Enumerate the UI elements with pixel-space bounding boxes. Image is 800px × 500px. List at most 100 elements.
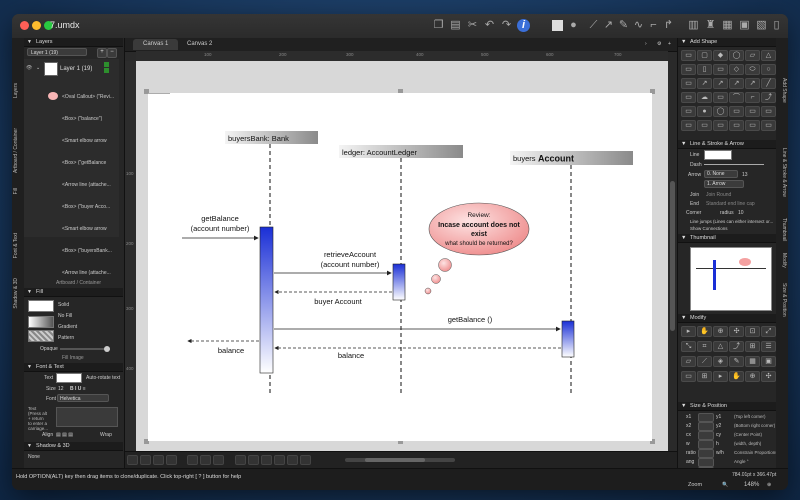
copy-icon[interactable]: ❐ [432,19,445,32]
shape-tool[interactable]: ↗ [729,78,744,89]
text-color-swatch[interactable] [56,373,82,383]
modify-tool[interactable]: ▦ [745,356,760,367]
line-header[interactable]: ▼ Line & Stroke & Arrow [678,140,777,149]
zoom-value[interactable]: 148% [744,482,759,488]
line-color-swatch[interactable] [704,150,732,160]
inspector-icon[interactable]: ▣ [738,19,751,32]
layer-lock-toggle[interactable] [104,68,109,73]
size-value[interactable]: 12 [58,386,64,392]
shape-tool[interactable]: ⌐ [745,92,760,103]
shapes-library-icon[interactable]: ♜ [704,19,717,32]
grid-button[interactable] [274,455,285,465]
curve-tool-icon[interactable]: ∿ [632,19,645,32]
tab-modify[interactable]: Modify [777,253,787,268]
canvas-page[interactable]: x y buyersBank: Bank ledger: AccountLedg… [148,93,652,441]
end-value[interactable]: Standard end line cap [706,201,755,207]
activation-box[interactable] [259,226,274,374]
connector-tool-icon[interactable]: ↱ [662,19,675,32]
tab-canvas-2[interactable]: Canvas 2 [177,39,222,50]
panels-icon[interactable]: ▯ [770,19,783,32]
layer-name[interactable]: Layer 1 (19) [60,66,92,72]
solid-swatch[interactable] [28,300,54,312]
font-select[interactable]: Helvetica [57,394,109,402]
eye-icon[interactable]: 👁 [26,65,32,71]
stroke-icon[interactable]: ● [567,19,580,32]
cloud-button[interactable] [300,455,311,465]
radius-value[interactable]: 10 [738,210,744,216]
shape-tool[interactable]: ▭ [697,120,712,131]
shape-tool[interactable]: ▭ [713,64,728,75]
shape-tool[interactable]: ▭ [761,120,776,131]
thumbnail-header[interactable]: ▼ Thumbnail [678,234,777,243]
layer-visible-toggle[interactable] [104,62,109,67]
arrow-start-select[interactable]: 0. None [704,170,738,178]
shape-tool[interactable]: ○ [761,64,776,75]
shape-tool[interactable]: ▭ [761,106,776,117]
zoom-in-icon[interactable]: ⊕ [767,482,771,488]
size-field-input[interactable] [698,431,714,440]
tab-canvas-1[interactable]: Canvas 1 [133,39,179,50]
shape-tool[interactable]: ▭ [713,120,728,131]
remove-layer-button[interactable]: − [107,48,117,58]
shape-tool[interactable]: ☁ [697,92,712,103]
modify-tool[interactable]: ⤡ [681,341,696,352]
shape-tool[interactable]: ▭ [681,120,696,131]
list-item[interactable]: <Smart elbow arrow [62,138,107,144]
shadow-none-button[interactable]: None [28,454,40,460]
auto-rotate-checkbox[interactable]: Auto-rotate text [86,375,120,381]
pen-tool-icon[interactable]: ✎ [617,19,630,32]
shape-tool[interactable]: ▯ [697,64,712,75]
modify-tool[interactable]: ✋ [729,371,744,382]
align-buttons[interactable]: ▤ ▤ ▤ [56,432,73,438]
shape-tool[interactable]: ◇ [729,64,744,75]
modify-tool[interactable]: ▣ [761,356,776,367]
library-icon[interactable]: ▥ [687,19,700,32]
arrow-size-value[interactable]: 13 [742,172,748,178]
tab-fill[interactable]: Fill [13,188,23,194]
text-entry[interactable] [56,407,118,427]
fill-image-label[interactable]: Fill Image [62,355,84,361]
modify-tool[interactable]: ✣ [729,326,744,337]
lock-button[interactable] [261,455,272,465]
modify-tool[interactable]: ⊞ [697,371,712,382]
shape-tool[interactable]: ● [697,106,712,117]
horizontal-scrollbar[interactable] [345,458,455,462]
list-item[interactable]: <Box> ("balance") [62,116,102,122]
shape-tool[interactable]: ╱ [761,78,776,89]
shape-tool[interactable]: ▭ [681,92,696,103]
font-text-header[interactable]: ▼ Font & Text [24,363,123,372]
shape-tool[interactable]: ▭ [745,106,760,117]
arrow-end-select[interactable]: 1. Arrow [704,180,744,188]
thumbnail-preview[interactable] [690,247,772,311]
shape-tool[interactable]: ▭ [681,64,696,75]
modify-tool[interactable]: ⌗ [697,341,712,352]
snap-button[interactable] [287,455,298,465]
tab-font-text[interactable]: Font & Text [13,233,23,258]
arrow-tool-icon[interactable]: ↗ [602,19,615,32]
shape-tool[interactable]: ▭ [681,78,696,89]
canvas-area[interactable]: x y buyersBank: Bank ledger: AccountLedg… [136,61,668,453]
modify-tool[interactable]: ⟋ [697,356,712,367]
fill-gradient-option[interactable]: Gradient [58,324,77,330]
fill-solid-option[interactable]: Solid [58,302,69,308]
tab-shadow-3d[interactable]: Shadow & 3D [13,278,23,309]
front-button[interactable] [235,455,246,465]
size-field-input[interactable] [698,422,714,431]
shape-tool[interactable]: ↗ [745,78,760,89]
join-value[interactable]: Join Round [706,192,731,198]
info-icon[interactable]: i [517,19,530,32]
add-layer-button[interactable]: + [97,48,107,58]
bold-button[interactable]: B I U ≡ [70,386,86,392]
shape-tool[interactable]: ▭ [681,50,696,61]
modify-tool[interactable]: ▸ [713,371,728,382]
layout-icon[interactable]: ▧ [755,19,768,32]
shape-tool[interactable]: ▱ [745,50,760,61]
fill-header[interactable]: ▼ Fill [24,288,123,297]
pattern-swatch[interactable] [28,330,54,342]
size-field-input[interactable] [698,440,714,449]
shape-tool[interactable]: ▭ [713,92,728,103]
size-field-input[interactable] [698,458,714,467]
modify-tool[interactable]: ⊕ [713,326,728,337]
align-left-button[interactable] [127,455,138,465]
shape-tool[interactable]: ◯ [729,50,744,61]
